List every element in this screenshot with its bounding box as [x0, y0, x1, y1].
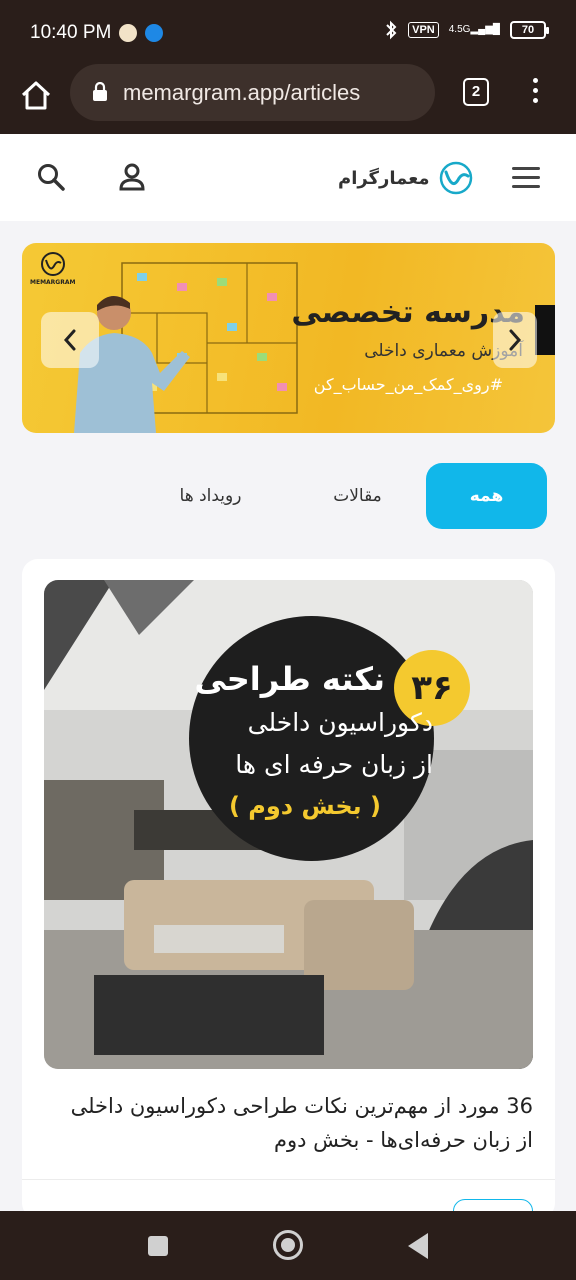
- banner-brand-text: MEMARGRAM: [30, 279, 76, 286]
- notification-icon: [119, 24, 137, 42]
- chevron-left-icon: [63, 329, 76, 351]
- phone-call-icon: [145, 24, 163, 42]
- status-time: 10:40 PM: [30, 22, 112, 43]
- headline-circle: [189, 616, 434, 861]
- user-icon[interactable]: [118, 162, 146, 192]
- site-header: معمارگرام: [0, 134, 576, 221]
- image-headline-line1: نکته طراحی: [194, 660, 385, 698]
- banner-title: مدرسه تخصصی: [291, 295, 525, 330]
- tab-articles[interactable]: مقالات: [297, 463, 418, 529]
- recents-icon[interactable]: [148, 1236, 168, 1256]
- tab-all[interactable]: همه: [426, 463, 547, 529]
- banner-logo-icon: [40, 252, 65, 276]
- site-logo[interactable]: معمارگرام: [338, 160, 474, 196]
- signal-icon: 4.5G▂▄▆█: [448, 24, 500, 35]
- article-thumbnail[interactable]: ۳۶ نکته طراحی دکوراسیون داخلی از زبان حر…: [44, 580, 533, 1069]
- hamburger-icon[interactable]: [512, 167, 540, 194]
- chevron-right-icon: [509, 329, 522, 351]
- article-title[interactable]: 36 مورد از مهم‌ترین نکات طراحی دکوراسیون…: [44, 1089, 533, 1157]
- image-headline-line3: از زبان حرفه ای ها: [235, 750, 433, 779]
- address-bar[interactable]: memargram.app/articles: [70, 64, 435, 121]
- browser-toolbar: memargram.app/articles 2: [0, 64, 576, 134]
- tab-events[interactable]: رویداد ها: [150, 463, 271, 529]
- network-type: 4.5G: [448, 24, 471, 35]
- carousel-prev-button[interactable]: [41, 312, 99, 368]
- promo-banner[interactable]: MEMARGRAM مدرسه تخصصی آموزش معماری داخلی…: [22, 243, 555, 433]
- banner-hashtag: #روی_کمک_من_حساب_کن: [313, 375, 503, 394]
- status-right: VPN 4.5G▂▄▆█ 70: [384, 20, 549, 40]
- system-nav-bar: [0, 1211, 576, 1280]
- back-triangle-icon[interactable]: [408, 1233, 428, 1259]
- carousel-next-button[interactable]: [493, 312, 537, 368]
- article-title-line2: از زبان حرفه‌ای‌ها - بخش دوم: [273, 1128, 533, 1152]
- logo-wordmark: معمارگرام: [338, 167, 430, 189]
- home-icon[interactable]: [18, 78, 54, 114]
- logo-icon: [439, 161, 472, 195]
- image-headline-line4: ( بخش دوم ): [228, 792, 381, 820]
- bluetooth-icon: [386, 20, 397, 40]
- banner-edge-block: [535, 305, 555, 355]
- article-card[interactable]: ۳۶ نکته طراحی دکوراسیون داخلی از زبان حر…: [22, 559, 555, 1219]
- lock-icon: [93, 82, 107, 101]
- vpn-badge: VPN: [408, 22, 439, 38]
- banner-brand: MEMARGRAM: [30, 251, 75, 286]
- status-bar: 10:40 PM VPN 4.5G▂▄▆█ 70: [0, 0, 576, 64]
- search-icon[interactable]: [36, 162, 66, 192]
- home-circle-icon[interactable]: [273, 1230, 303, 1260]
- battery-icon: 70: [510, 21, 549, 39]
- battery-level: 70: [521, 24, 535, 36]
- tab-switcher-button[interactable]: 2: [463, 78, 489, 106]
- article-title-line1: 36 مورد از مهم‌ترین نکات طراحی دکوراسیون…: [70, 1094, 533, 1118]
- menu-dots-icon[interactable]: [528, 78, 542, 108]
- image-headline-line2: دکوراسیون داخلی: [247, 708, 433, 737]
- card-divider: [22, 1179, 555, 1180]
- url-text: memargram.app/articles: [123, 80, 361, 105]
